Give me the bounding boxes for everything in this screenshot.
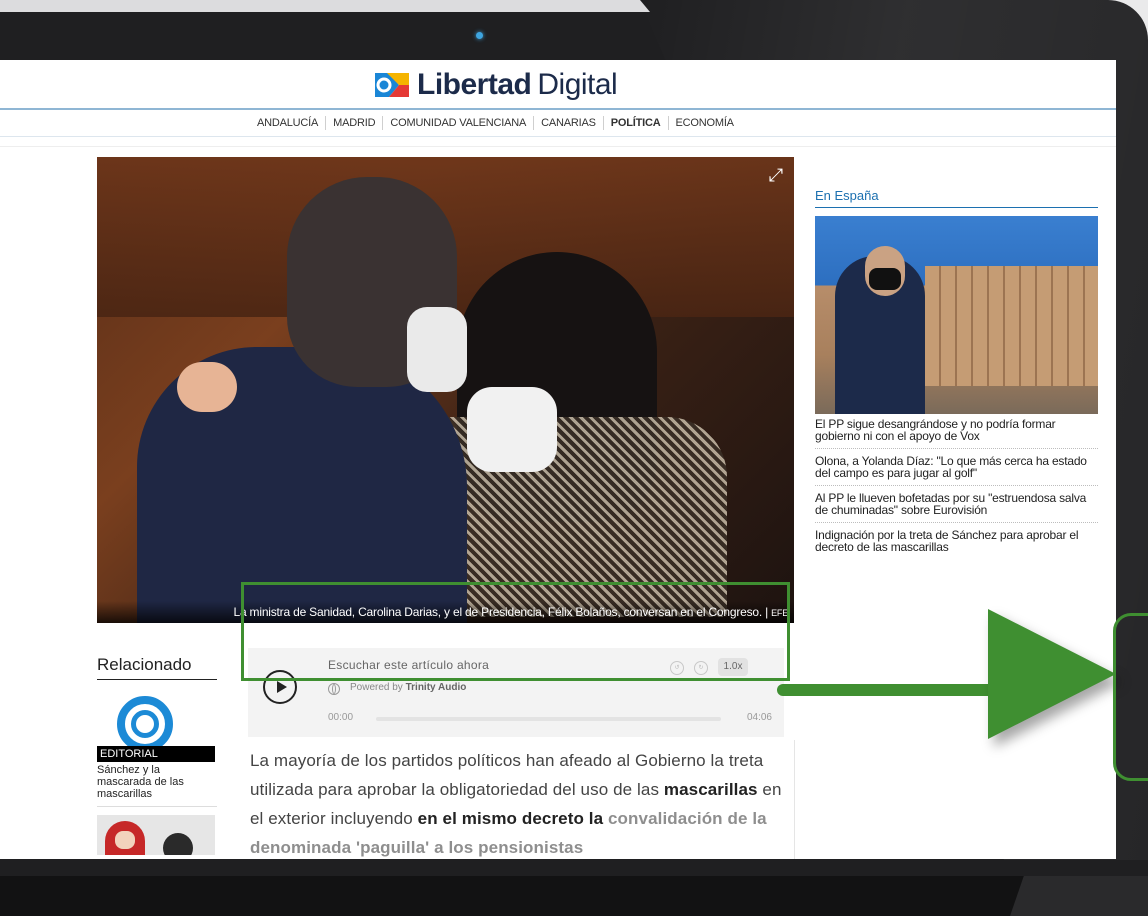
sidebar-news-item[interactable]: Al PP le llueven bofetadas por su "estru…: [815, 486, 1098, 523]
logo-text: Libertad Digital: [417, 68, 618, 102]
section-nav: ANDALUCÍA MADRID COMUNIDAD VALENCIANA CA…: [250, 112, 741, 134]
related-item-link[interactable]: Sánchez y la mascarada de las mascarilla…: [97, 764, 217, 807]
device-bottom-bezel: [0, 876, 1148, 916]
hero-figure-mask-woman: [467, 387, 557, 472]
annotation-arrow-icon: [988, 609, 1116, 739]
sidebar-image-building: [925, 266, 1098, 386]
progress-track[interactable]: [376, 717, 721, 721]
globe-icon: [328, 683, 340, 695]
article-bold-text: mascarillas: [663, 780, 758, 799]
header-divider: [0, 108, 1116, 110]
editorial-tag: EDITORIAL: [97, 746, 215, 762]
sidebar-title[interactable]: En España: [815, 188, 1098, 208]
nav-item-politica[interactable]: POLÍTICA: [604, 116, 669, 130]
site-logo[interactable]: Libertad Digital: [373, 66, 618, 104]
logo-icon: [375, 73, 409, 97]
powered-by[interactable]: Powered by Trinity Audio: [350, 682, 466, 693]
nav-item-madrid[interactable]: MADRID: [326, 116, 384, 130]
sidebar-image-mask: [869, 268, 901, 290]
editorial-logo-inner-icon: [131, 710, 159, 738]
logo-word-libertad: Libertad: [417, 68, 532, 101]
site-header: Libertad Digital: [0, 60, 1116, 116]
related-thumbnail-2-face: [115, 831, 135, 849]
sidebar-image[interactable]: [815, 216, 1098, 414]
camera-dot: [476, 32, 483, 39]
annotation-callout-box: [1113, 613, 1148, 781]
player-highlight-box: [241, 582, 790, 681]
nav-item-comunidad-valenciana[interactable]: COMUNIDAD VALENCIANA: [383, 116, 535, 130]
browser-screen: Libertad Digital ANDALUCÍA MADRID COMUNID…: [0, 60, 1116, 859]
nav-item-economia[interactable]: ECONOMÍA: [669, 116, 741, 130]
related-title: Relacionado: [97, 655, 217, 680]
hero-image[interactable]: ⤢ La ministra de Sanidad, Carolina Daria…: [97, 157, 794, 623]
sidebar-news-item[interactable]: Indignación por la treta de Sánchez para…: [815, 523, 1098, 559]
powered-by-brand: Trinity Audio: [405, 682, 467, 693]
related-thumbnail-2-person: [163, 833, 193, 855]
article-bold-text: en el mismo decreto la: [417, 809, 604, 828]
device-bottom-edge: [1010, 876, 1148, 916]
article-column-divider: [794, 740, 795, 859]
nav-item-andalucia[interactable]: ANDALUCÍA: [250, 116, 327, 130]
article-body: La mayoría de los partidos políticos han…: [250, 746, 790, 859]
nav-item-canarias[interactable]: CANARIAS: [534, 116, 604, 130]
sidebar-en-espana: En España El PP sigue desangrándose y no…: [815, 188, 1098, 559]
sidebar-news-item[interactable]: El PP sigue desangrándose y no podría fo…: [815, 414, 1098, 449]
related-thumbnail-2[interactable]: [97, 815, 215, 855]
time-elapsed: 00:00: [328, 712, 354, 723]
related-thumbnail[interactable]: EDITORIAL: [97, 690, 215, 762]
logo-word-digital: Digital: [537, 68, 618, 101]
expand-icon[interactable]: ⤢: [766, 165, 786, 185]
powered-by-prefix: Powered by: [350, 682, 403, 693]
nav-divider-secondary: [0, 146, 1116, 147]
related-column: Relacionado EDITORIAL Sánchez y la masca…: [97, 655, 217, 855]
sidebar-news-item[interactable]: Olona, a Yolanda Díaz: "Lo que más cerca…: [815, 449, 1098, 486]
time-total: 04:06: [746, 712, 772, 723]
sidebar-news-list: El PP sigue desangrándose y no podría fo…: [815, 414, 1098, 559]
hero-figure-hand: [177, 362, 237, 412]
nav-divider: [0, 136, 1116, 137]
hero-figure-mask-man: [407, 307, 467, 392]
